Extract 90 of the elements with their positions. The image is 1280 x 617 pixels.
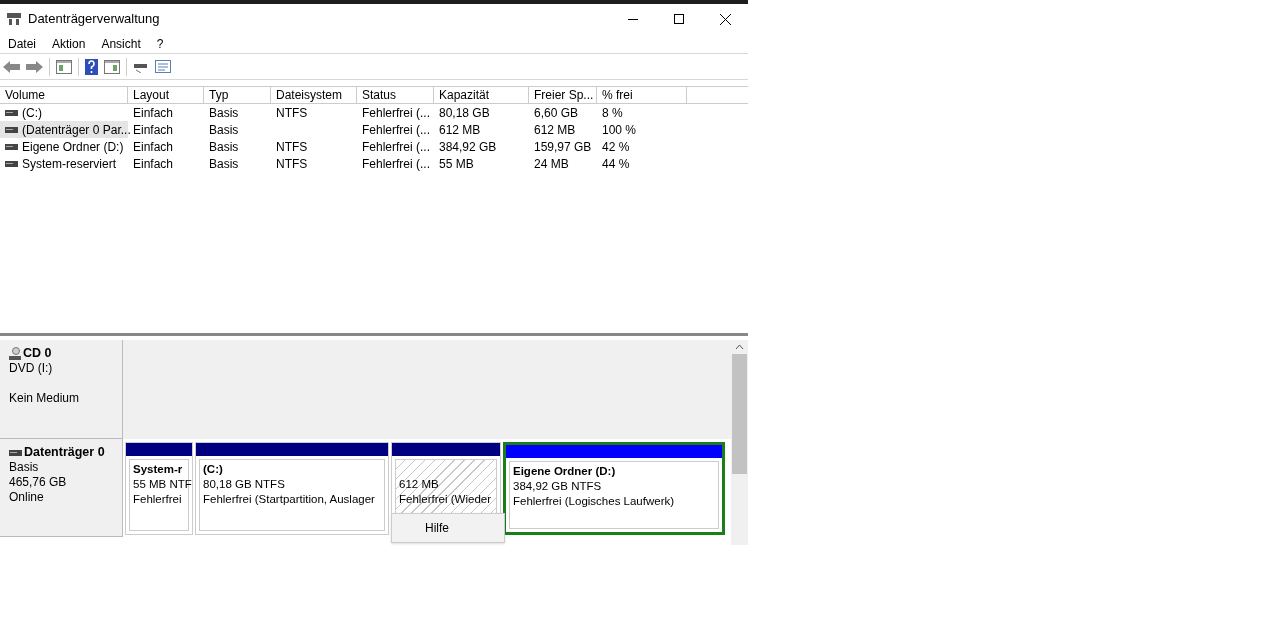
partition[interactable]: Eigene Ordner (D:) 384,92 GB NTFS Fehlerfrei (Logisches Laufwerk): [503, 442, 725, 535]
help-icon[interactable]: [85, 58, 98, 75]
partition-title: Eigene Ordner (D:): [513, 464, 617, 479]
partition-info: 384,92 GB NTFS: [513, 479, 603, 494]
menu-item[interactable]: Aktion: [44, 33, 94, 54]
table-cell-text: 159,97 GB: [534, 138, 592, 156]
table-cell-text: NTFS: [276, 138, 308, 156]
drive-icon: [5, 160, 18, 167]
table-cell-text: (C:): [22, 104, 42, 122]
menu-item[interactable]: Ansicht: [93, 33, 149, 54]
table-cell-text: Basis: [209, 104, 239, 122]
table-cell-text: NTFS: [276, 104, 308, 122]
properties-icon[interactable]: [155, 60, 171, 73]
back-arrow-icon[interactable]: [3, 60, 20, 73]
partition-info: Fehlerfrei (Logisches Laufwerk): [513, 494, 676, 509]
disk-management-icon: [6, 12, 22, 26]
table-cell-text: 612 MB: [439, 121, 481, 139]
table-cell-text: 44 %: [602, 155, 630, 173]
partition-info: Fehlerfrei (Wieder: [399, 492, 493, 507]
table-cell-text: Einfach: [133, 121, 174, 139]
partition-title: (C:): [203, 462, 224, 477]
forward-arrow-icon[interactable]: [26, 60, 43, 73]
table-cell-text: 42 %: [602, 138, 630, 156]
disk-info: DVD (I:): [9, 361, 54, 376]
table-cell-text: Einfach: [133, 155, 174, 173]
table-cell-text: (Datenträger 0 Par...: [22, 121, 131, 139]
partition-title: System-r: [133, 462, 184, 477]
table-cell-text: Fehlerfrei (...: [362, 121, 430, 139]
action-pane-icon[interactable]: [104, 59, 120, 74]
column-header[interactable]: % frei: [597, 87, 687, 103]
column-header[interactable]: Dateisystem: [271, 87, 357, 103]
partition[interactable]: (C:) 80,18 GB NTFS Fehlerfrei (Startpartition, Auslager: [195, 442, 389, 535]
table-cell-text: 55 MB: [439, 155, 474, 173]
partition-info: Fehlerfrei: [133, 492, 183, 507]
table-cell-text: Fehlerfrei (...: [362, 155, 430, 173]
partition-info: 80,18 GB NTFS: [203, 477, 286, 492]
column-header[interactable]: Volume: [0, 87, 128, 103]
row-selection[interactable]: (Datenträger 0 Par...: [0, 121, 128, 138]
scrollbar[interactable]: [731, 340, 748, 545]
table-cell-text: Basis: [209, 138, 239, 156]
minimize-icon: [628, 18, 638, 20]
drive-icon: [5, 109, 18, 116]
table-cell-text: Basis: [209, 121, 239, 139]
table-cell-text: NTFS: [276, 155, 308, 173]
disk-info: Online: [9, 490, 45, 505]
drive-icon: [9, 449, 22, 456]
table-cell-text: Einfach: [133, 138, 174, 156]
disk-status: Kein Medium: [9, 391, 81, 406]
table-cell-text: System-reserviert: [22, 155, 116, 173]
column-header[interactable]: Freier Sp...: [529, 87, 597, 103]
disk-label-panel[interactable]: Datenträger 0 Basis 465,76 GB Online: [0, 439, 123, 537]
partition-header-bar: [126, 443, 192, 456]
partition[interactable]: System-r 55 MB NTF Fehlerfrei: [125, 442, 193, 535]
drive-icon: [5, 143, 18, 150]
drive-icon: [5, 126, 18, 133]
column-header[interactable]: Status: [357, 87, 434, 103]
column-header[interactable]: Kapazität: [434, 87, 529, 103]
table-cell-text: 6,60 GB: [534, 104, 579, 122]
table-cell-text: Fehlerfrei (...: [362, 104, 430, 122]
disk-label-panel[interactable]: CD 0 DVD (I:) Kein Medium: [0, 340, 123, 439]
table-cell-text: Fehlerfrei (...: [362, 138, 430, 156]
column-header[interactable]: Layout: [128, 87, 204, 103]
table-cell-text: 612 MB: [534, 121, 576, 139]
table-cell-text: 8 %: [602, 104, 623, 122]
window-title: Datenträgerverwaltung: [28, 10, 160, 29]
table-cell-text: Einfach: [133, 104, 174, 122]
console-tree-icon[interactable]: [56, 59, 72, 74]
table-cell-text: Eigene Ordner (D:): [22, 138, 124, 156]
scroll-up-icon[interactable]: [735, 344, 744, 350]
partition-info: Fehlerfrei (Startpartition, Auslager: [203, 492, 376, 507]
table-cell-text: 80,18 GB: [439, 104, 490, 122]
column-header[interactable]: Typ: [204, 87, 271, 103]
menu-item[interactable]: ?: [148, 33, 172, 54]
disk-name: CD 0: [23, 346, 52, 361]
scrollbar-thumb[interactable]: [732, 354, 747, 474]
table-cell-text: 24 MB: [534, 155, 569, 173]
menu-item[interactable]: Datei: [0, 33, 44, 54]
row-selection[interactable]: (C:): [0, 104, 128, 121]
disk-name: Datenträger 0: [24, 445, 105, 460]
maximize-icon: [674, 14, 684, 24]
cd-drive-icon: [9, 347, 21, 360]
close-icon: [719, 13, 731, 25]
table-cell-text: 384,92 GB: [439, 138, 497, 156]
row-selection[interactable]: System-reserviert: [0, 155, 128, 172]
table-cell-text: Basis: [209, 155, 239, 173]
disk-info: 465,76 GB: [9, 475, 68, 490]
disk-info: Basis: [9, 460, 40, 475]
partition-info: 612 MB: [399, 477, 440, 492]
table-cell-text: 100 %: [602, 121, 637, 139]
row-selection[interactable]: Eigene Ordner (D:): [0, 138, 128, 155]
